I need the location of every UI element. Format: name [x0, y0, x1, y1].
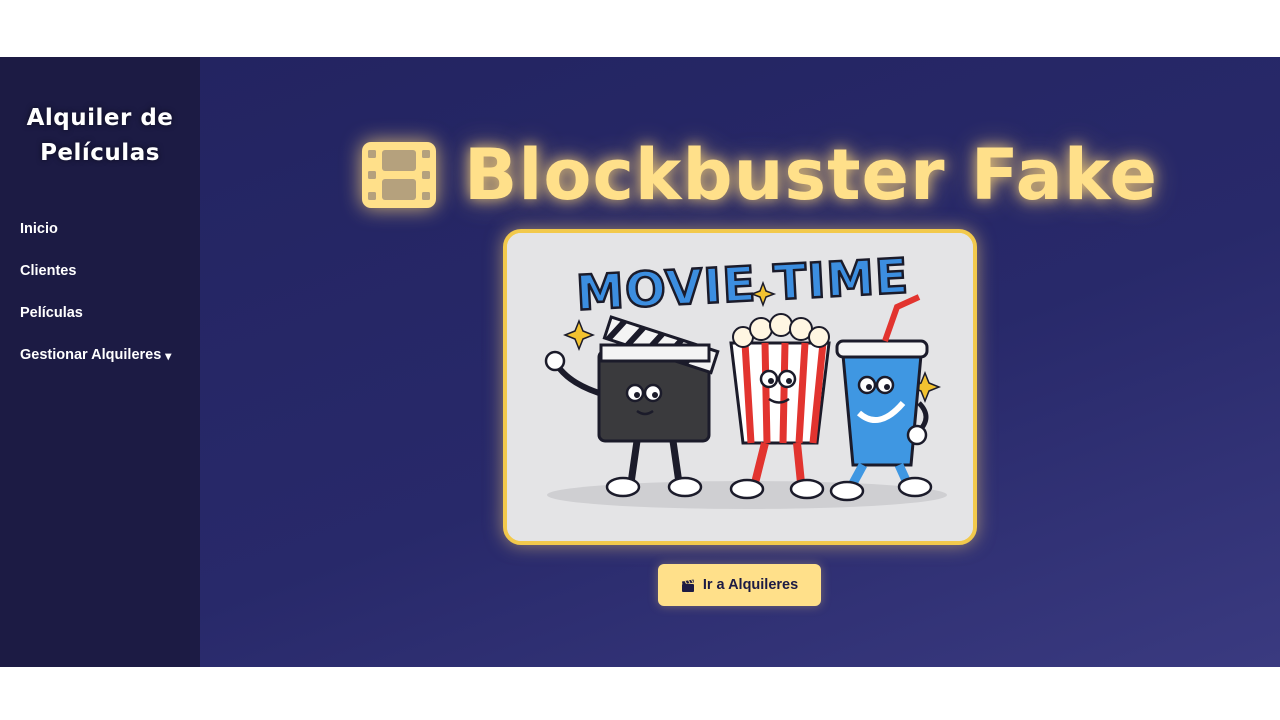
- movie-time-illustration: MOVIE TIME: [503, 229, 977, 545]
- main-content: Blockbuster Fake MOVIE TIME Ir a Alquile…: [200, 57, 1280, 667]
- sidebar-item-label: Inicio: [20, 221, 58, 237]
- clapperboard-icon: [681, 579, 694, 592]
- sidebar-item-clientes[interactable]: Clientes: [0, 250, 200, 292]
- go-to-rentals-label: Ir a Alquileres: [702, 577, 799, 593]
- page-title-text: Blockbuster Fake: [464, 134, 1159, 216]
- brand-title: Alquiler de Películas: [0, 101, 200, 171]
- brand-line-1: Alquiler de: [26, 105, 174, 131]
- sidebar-item-label: Películas: [20, 305, 83, 321]
- sidebar-item-label: Gestionar Alquileres: [20, 347, 162, 363]
- brand-line-2: Películas: [40, 140, 160, 166]
- chevron-down-icon: ▾: [165, 348, 172, 363]
- page-title: Blockbuster Fake: [360, 135, 1158, 215]
- app-window: Alquiler de Películas Inicio Clientes Pe…: [0, 57, 1280, 667]
- sidebar-item-peliculas[interactable]: Películas: [0, 292, 200, 334]
- film-icon: [362, 142, 436, 208]
- sidebar: Alquiler de Películas Inicio Clientes Pe…: [0, 57, 200, 667]
- sidebar-item-gestionar-alquileres[interactable]: Gestionar Alquileres ▾: [0, 334, 200, 376]
- sidebar-item-inicio[interactable]: Inicio: [0, 208, 200, 250]
- go-to-rentals-button[interactable]: Ir a Alquileres: [658, 564, 821, 606]
- sidebar-item-label: Clientes: [20, 263, 77, 279]
- sidebar-nav: Inicio Clientes Películas Gestionar Alqu…: [0, 208, 200, 376]
- movie-time-image: MOVIE TIME: [507, 233, 973, 541]
